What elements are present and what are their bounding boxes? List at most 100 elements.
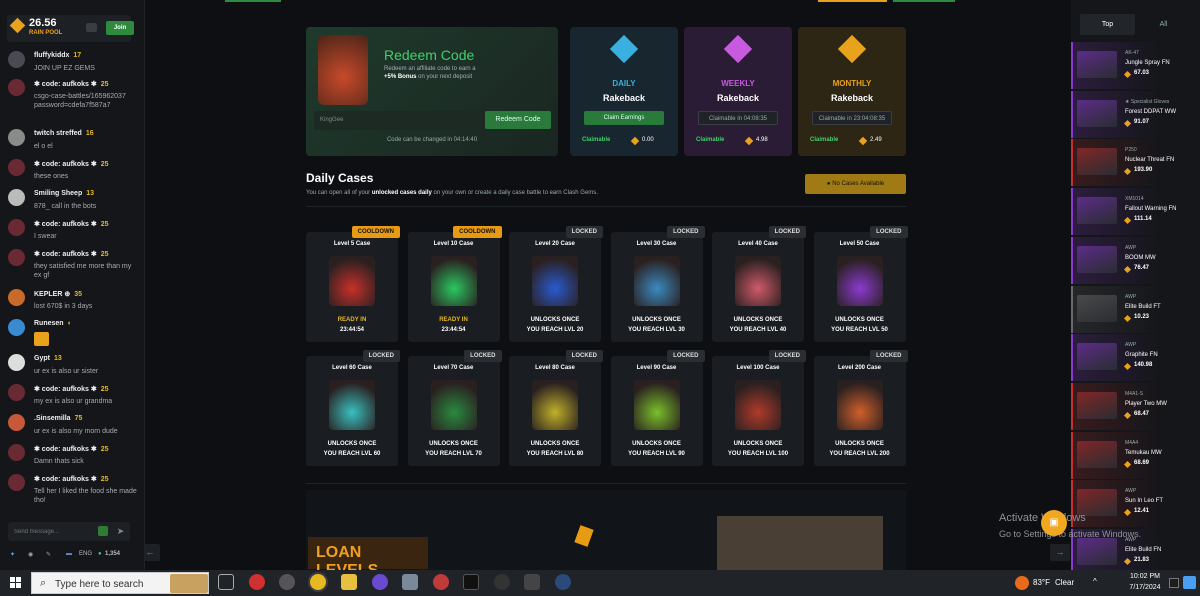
send-arrow-icon[interactable]: ➤ <box>114 525 127 538</box>
chat-text: my ex is also ur grandma <box>34 398 113 405</box>
emoji-icon[interactable] <box>98 526 108 536</box>
notification-icon[interactable] <box>1169 578 1179 588</box>
scroll-left-button[interactable]: ← <box>145 544 160 561</box>
claim-button[interactable]: Claimable in 23:04:08:35 <box>812 111 892 125</box>
affiliate-code-input[interactable]: KingGee <box>314 111 484 130</box>
avatar[interactable] <box>8 444 25 461</box>
chat-username[interactable]: ✱ code: aufkoks ✱ 25 <box>34 80 109 88</box>
live-drop-item[interactable]: AWP Elite Build FT 10.23 <box>1071 285 1200 333</box>
chat-username[interactable]: Smiling Sheep 13 <box>34 190 94 197</box>
windows-start-icon[interactable] <box>10 577 22 589</box>
avatar[interactable] <box>8 249 25 266</box>
case-card[interactable]: COOLDOWN Level 5 Case READY IN 23:44:54 <box>306 226 400 342</box>
steam-icon[interactable] <box>555 574 571 590</box>
chrome-icon[interactable] <box>310 574 326 590</box>
avatar[interactable] <box>8 474 25 491</box>
language-label[interactable]: ENG <box>79 551 92 557</box>
live-drop-item[interactable]: XM1014 Fallout Warning FN 111.14 <box>1071 188 1200 236</box>
live-drop-item[interactable]: AK-47 Jungle Spray FN 67.03 <box>1071 42 1200 89</box>
chat-username[interactable]: ✱ code: aufkoks ✱ 25 <box>34 475 109 483</box>
case-card[interactable]: LOCKED Level 70 Case UNLOCKS ONCE YOU RE… <box>407 350 502 466</box>
avatar[interactable] <box>8 414 25 431</box>
app-tray-icon[interactable] <box>1183 576 1196 589</box>
case-card[interactable]: LOCKED Level 90 Case UNLOCKS ONCE YOU RE… <box>610 350 705 466</box>
app-icon-7[interactable] <box>494 574 510 590</box>
app-icon-5[interactable] <box>433 574 449 590</box>
avatar[interactable] <box>8 79 25 96</box>
discord-icon[interactable]: ◉ <box>28 551 33 558</box>
no-cases-available-button[interactable]: ● No Cases Available <box>805 174 906 194</box>
avatar[interactable] <box>8 159 25 176</box>
case-status-line2: YOU REACH LVL 50 <box>831 327 888 333</box>
avatar[interactable] <box>8 189 25 206</box>
twitter-icon[interactable]: ✦ <box>10 551 15 558</box>
divider <box>306 206 906 207</box>
app-icon-1[interactable] <box>249 574 265 590</box>
weapon-image <box>1077 51 1117 78</box>
tab-all[interactable]: All <box>1136 14 1191 35</box>
case-status-tag: COOLDOWN <box>351 226 400 238</box>
app-icon-2[interactable] <box>279 574 295 590</box>
case-card[interactable]: LOCKED Level 50 Case UNLOCKS ONCE YOU RE… <box>813 226 908 342</box>
live-drop-item[interactable]: ★ Specialist Gloves Forest DDPAT WW 91.0… <box>1071 90 1200 138</box>
scroll-right-button[interactable]: → <box>1050 544 1070 561</box>
avatar[interactable] <box>8 319 25 336</box>
live-drop-item[interactable]: AWP Graphite FN 140.98 <box>1071 334 1200 382</box>
live-drop-item[interactable]: M4A1-S Player Two MW 68.47 <box>1071 382 1200 430</box>
file-explorer-icon[interactable] <box>341 574 357 590</box>
case-card[interactable]: LOCKED Level 200 Case UNLOCKS ONCE YOU R… <box>813 350 908 466</box>
claim-button[interactable]: Claimable in 04:08:35 <box>698 111 778 125</box>
live-drop-item[interactable]: AWP BOOM MW 76.47 <box>1071 236 1200 284</box>
live-drop-item[interactable]: P250 Nuclear Threat FN 193.90 <box>1071 139 1200 187</box>
avatar[interactable] <box>8 51 25 68</box>
tip-icon[interactable] <box>86 23 97 32</box>
chat-username[interactable]: .Sinsemilla 75 <box>34 415 82 422</box>
chat-username[interactable]: ✱ code: aufkoks ✱ 25 <box>34 250 109 258</box>
chat-text: ur ex is also ur sister <box>34 368 99 375</box>
task-view-icon[interactable] <box>218 574 234 590</box>
drops-tabs: Top All <box>1071 14 1200 35</box>
claim-button[interactable]: Claim Earnings <box>584 111 664 125</box>
wallet-bubble-icon[interactable]: ▣ <box>1041 510 1067 536</box>
chat-username[interactable]: twitch streffed 16 <box>34 130 94 137</box>
chat-username[interactable]: ✱ code: aufkoks ✱ 25 <box>34 385 109 393</box>
live-drop-item[interactable]: M4A4 Temukau MW 68.69 <box>1071 431 1200 479</box>
chat-username[interactable]: KEPLER ⊕ 35 <box>34 290 82 298</box>
tab-top[interactable]: Top <box>1080 14 1135 35</box>
case-card[interactable]: LOCKED Level 40 Case UNLOCKS ONCE YOU RE… <box>712 226 806 342</box>
clock-time[interactable]: 10:02 PM <box>1120 573 1170 580</box>
chat-input[interactable] <box>14 526 94 537</box>
app-icon-3[interactable] <box>372 574 388 590</box>
case-card[interactable]: LOCKED Level 80 Case UNLOCKS ONCE YOU RE… <box>509 350 603 466</box>
redeem-title: Redeem Code <box>384 47 475 63</box>
chevron-up-icon[interactable]: ^ <box>1093 577 1097 586</box>
case-card[interactable]: LOCKED Level 100 Case UNLOCKS ONCE YOU R… <box>712 350 806 466</box>
chat-username[interactable]: ✱ code: aufkoks ✱ 25 <box>34 445 109 453</box>
avatar[interactable] <box>8 129 25 146</box>
rules-icon[interactable]: ✎ <box>46 551 51 558</box>
chat-username[interactable]: ✱ code: aufkoks ✱ 25 <box>34 220 109 228</box>
avatar[interactable] <box>8 354 25 371</box>
case-status-line1: UNLOCKS ONCE <box>733 317 783 323</box>
clock-date[interactable]: 7/17/2024 <box>1120 584 1170 591</box>
case-card[interactable]: LOCKED Level 30 Case UNLOCKS ONCE YOU RE… <box>610 226 705 342</box>
chat-username[interactable]: Runesen ◐ <box>34 320 72 327</box>
case-card[interactable]: COOLDOWN Level 10 Case READY IN 23:44:54 <box>407 226 502 342</box>
live-drop-item[interactable]: AWP Sun In Leo FT 12.41 <box>1071 480 1200 528</box>
redeem-code-button[interactable]: Redeem Code <box>485 111 551 129</box>
app-icon-6[interactable] <box>463 574 479 590</box>
case-card[interactable]: LOCKED Level 20 Case UNLOCKS ONCE YOU RE… <box>509 226 603 342</box>
chat-username[interactable]: Gypt 13 <box>34 355 62 362</box>
join-rain-button[interactable]: Join <box>106 21 134 35</box>
app-icon-8[interactable] <box>524 574 540 590</box>
weapon-image <box>1077 538 1117 565</box>
avatar[interactable] <box>8 384 25 401</box>
avatar[interactable] <box>8 289 25 306</box>
taskbar-search[interactable]: ⌕ Type here to search <box>31 572 209 594</box>
avatar[interactable] <box>8 219 25 236</box>
app-icon-4[interactable] <box>402 574 418 590</box>
chat-text: ur ex is also my mom dude <box>34 428 118 435</box>
case-card[interactable]: LOCKED Level 60 Case UNLOCKS ONCE YOU RE… <box>306 350 400 466</box>
chat-username[interactable]: fluffykiddx 17 <box>34 52 81 59</box>
chat-username[interactable]: ✱ code: aufkoks ✱ 25 <box>34 160 109 168</box>
